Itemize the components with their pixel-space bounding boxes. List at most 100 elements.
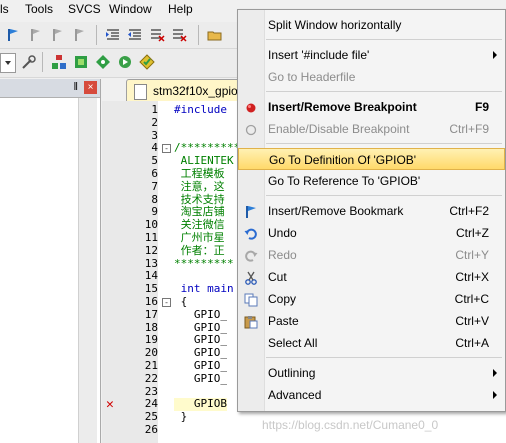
code-text: GPIO_	[174, 359, 227, 372]
line-number: 2	[151, 115, 158, 129]
menu-item-select-all[interactable]: Select All Ctrl+A	[238, 332, 505, 354]
run-icon[interactable]	[116, 53, 134, 71]
menu-item-shortcut: Ctrl+A	[455, 336, 489, 350]
next-bookmark-icon[interactable]	[48, 26, 66, 44]
watermark: https://blog.csdn.net/Cumane0_0	[262, 418, 439, 432]
menu-item-outlining[interactable]: Outlining	[238, 362, 505, 384]
menu-item-shortcut: Ctrl+X	[455, 270, 489, 284]
unindent-icon[interactable]	[126, 26, 144, 44]
menu-item-label: Insert/Remove Breakpoint	[268, 100, 417, 114]
menu-item-label: Paste	[268, 314, 299, 328]
submenu-arrow-icon	[493, 391, 497, 399]
menu-svcs[interactable]: SVCS	[68, 2, 101, 16]
menu-item-paste[interactable]: Paste Ctrl+V	[238, 310, 505, 332]
menu-item-go-to-headerfile: Go to Headerfile	[238, 66, 505, 88]
menu-item-insert-include-file[interactable]: Insert '#include file'	[238, 44, 505, 66]
bookmark-flag-icon[interactable]	[4, 26, 22, 44]
project-panel-header: ‖ ×	[0, 79, 100, 98]
menu-tools[interactable]: Tools	[25, 2, 53, 16]
menu-separator	[266, 39, 502, 40]
menu-item-insert-remove-breakpoint[interactable]: Insert/Remove Breakpoint F9	[238, 96, 505, 118]
select-packs-icon[interactable]	[72, 53, 90, 71]
clear-bookmarks-icon[interactable]	[70, 26, 88, 44]
redo-icon	[244, 248, 258, 262]
tab-title: stm32f10x_gpio.h	[153, 84, 248, 98]
prev-bookmark-icon[interactable]	[26, 26, 44, 44]
fold-toggle-icon[interactable]: -	[162, 298, 171, 307]
menu-tools-partial[interactable]: ls	[0, 2, 9, 16]
context-menu: Split Window horizontally Insert '#includ…	[237, 9, 506, 412]
tools-icon[interactable]	[20, 53, 38, 71]
fold-toggle-icon[interactable]: -	[162, 144, 171, 154]
code-text: #include	[174, 103, 227, 116]
menu-item-go-to-reference-to-gpiob[interactable]: Go To Reference To 'GPIOB'	[238, 170, 505, 192]
menu-item-label: Go To Reference To 'GPIOB'	[268, 174, 421, 188]
menu-item-enable-disable-breakpoint: Enable/Disable Breakpoint Ctrl+F9	[238, 118, 505, 140]
line-number: 1	[151, 103, 158, 116]
menu-item-label: Split Window horizontally	[268, 18, 402, 32]
editor-tab-bar: stm32f10x_gpio.h	[106, 79, 256, 101]
submenu-arrow-icon	[493, 51, 497, 59]
menu-separator	[266, 357, 502, 358]
menu-item-shortcut: Ctrl+V	[455, 314, 489, 328]
menu-item-label: Enable/Disable Breakpoint	[268, 122, 410, 136]
menu-window[interactable]: Window	[109, 2, 152, 16]
manage-components-icon[interactable]	[50, 53, 68, 71]
options-icon[interactable]	[138, 53, 156, 71]
menu-item-go-to-definition-of-gpiob[interactable]: Go To Definition Of 'GPIOB'	[238, 148, 505, 170]
menu-item-label: Copy	[268, 292, 297, 306]
menu-item-label: Outlining	[268, 366, 316, 380]
line-number: 26	[144, 423, 158, 436]
indent-icon[interactable]	[104, 26, 122, 44]
line-number: 21	[144, 359, 158, 372]
menu-item-insert-remove-bookmark[interactable]: Insert/Remove Bookmark Ctrl+F2	[238, 200, 505, 222]
build-toolbar	[0, 49, 240, 78]
menu-item-shortcut: Ctrl+F9	[449, 122, 489, 136]
uncomment-icon[interactable]	[170, 26, 188, 44]
toolbar-separator	[42, 52, 43, 72]
menu-item-copy[interactable]: Copy Ctrl+C	[238, 288, 505, 310]
line-number: 17	[144, 307, 158, 321]
menu-item-label: Redo	[268, 248, 297, 262]
code-text: *********	[174, 256, 234, 270]
submenu-arrow-icon	[493, 369, 497, 377]
pin-icon[interactable]: ‖	[73, 81, 78, 93]
paste-icon	[244, 314, 258, 329]
panel-close-icon[interactable]: ×	[84, 81, 97, 94]
menu-item-shortcut: Ctrl+C	[454, 292, 489, 306]
code-text: GPIO_	[174, 307, 227, 321]
line-number: 6	[151, 167, 158, 180]
open-file-icon[interactable]	[206, 26, 224, 44]
copy-icon	[244, 292, 258, 307]
menu-item-label: Undo	[268, 226, 297, 240]
menu-item-shortcut: Ctrl+Z	[456, 226, 489, 240]
panel-scrollbar[interactable]	[78, 98, 97, 443]
line-number: 22	[144, 371, 158, 385]
code-text: }	[174, 410, 188, 424]
toolbar-separator	[198, 25, 199, 45]
breakpoint-error-icon[interactable]: ✕	[106, 398, 114, 411]
menu-item-cut[interactable]: Cut Ctrl+X	[238, 266, 505, 288]
menu-separator	[266, 195, 502, 196]
pack-installer-icon[interactable]	[94, 53, 112, 71]
menu-item-label: Advanced	[268, 388, 322, 402]
breakpoint-red-icon	[244, 100, 258, 114]
menu-item-advanced[interactable]: Advanced	[238, 384, 505, 406]
menu-item-shortcut: Ctrl+F2	[449, 204, 489, 218]
bookmark-flag-icon	[244, 204, 258, 218]
menu-item-split-window-horizontally[interactable]: Split Window horizontally	[238, 14, 505, 36]
menu-help[interactable]: Help	[168, 2, 193, 16]
line-number: 16	[144, 295, 158, 308]
code-text: 作者：正	[174, 243, 225, 257]
menu-item-label: Insert/Remove Bookmark	[268, 204, 404, 218]
line-number: 12	[144, 243, 158, 257]
cut-icon	[244, 270, 258, 285]
file-icon	[134, 84, 147, 100]
dropdown-arrow-icon[interactable]	[0, 53, 16, 73]
comment-icon[interactable]	[148, 26, 166, 44]
menu-item-label: Go To Definition Of 'GPIOB'	[269, 153, 417, 167]
code-text: GPIO_	[174, 371, 227, 385]
menu-separator	[266, 91, 502, 92]
line-number: 11	[144, 231, 158, 244]
menu-item-undo[interactable]: Undo Ctrl+Z	[238, 222, 505, 244]
